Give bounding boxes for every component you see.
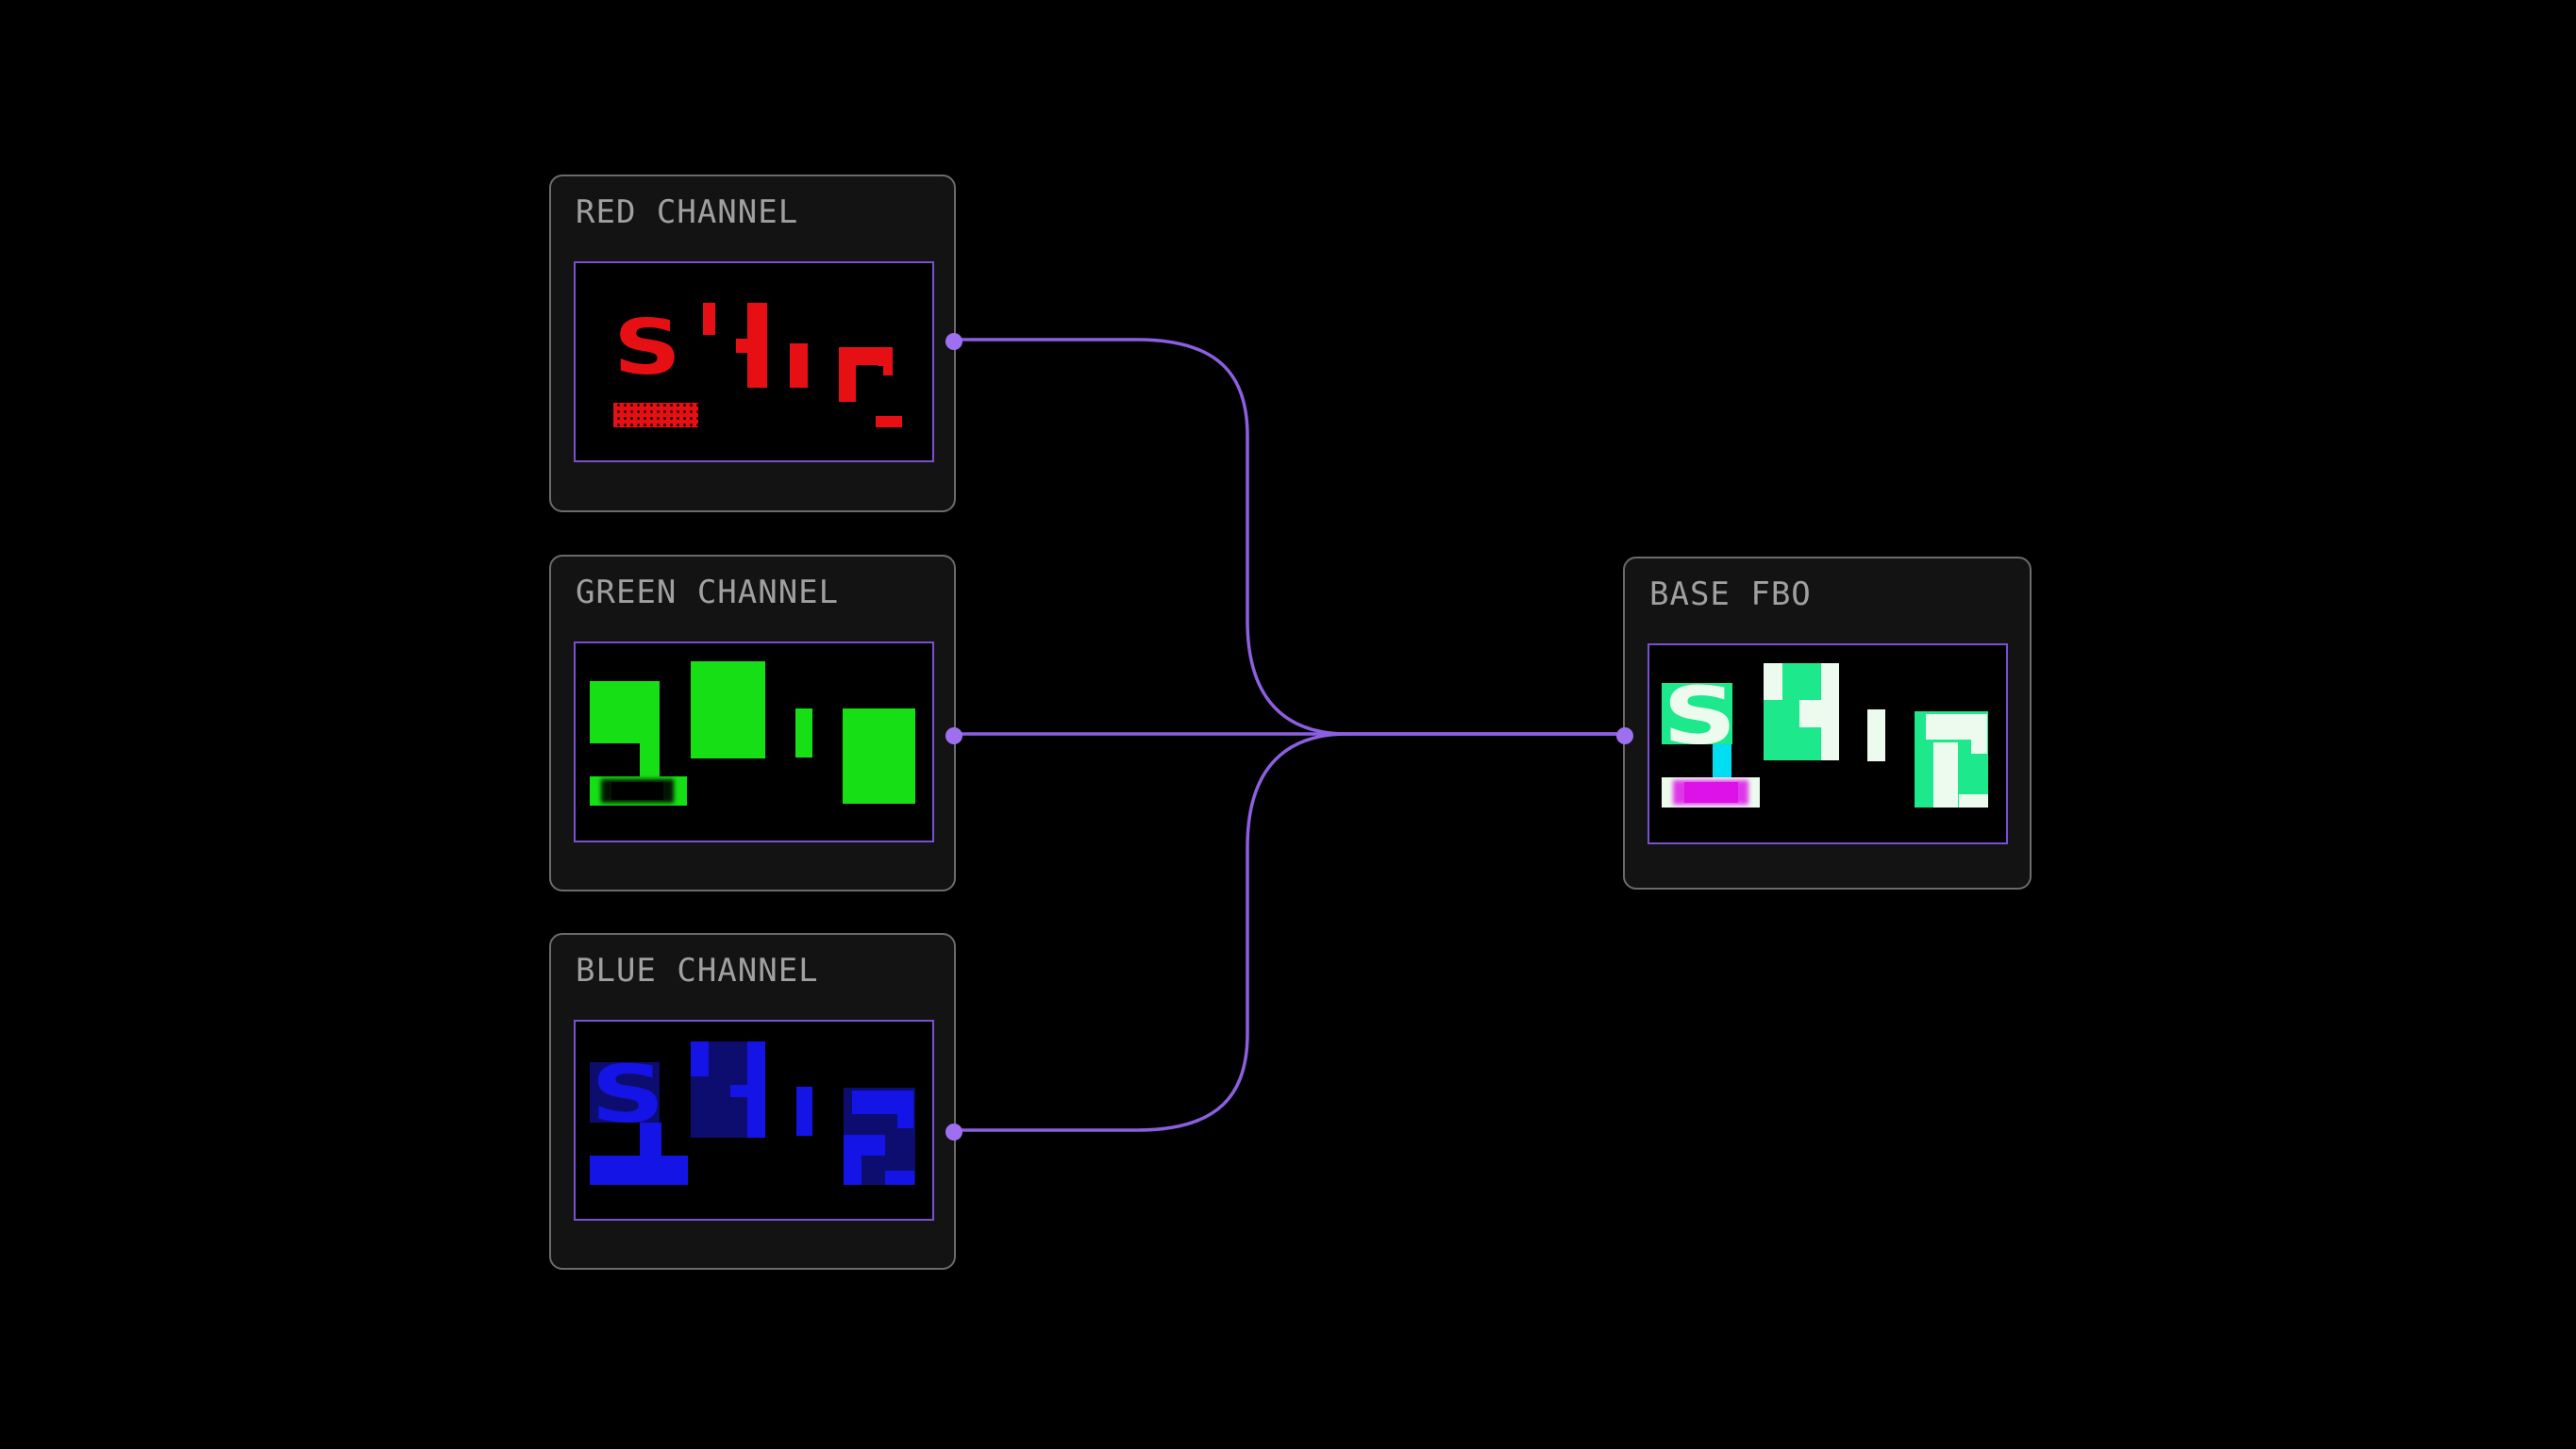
texture-fragment [736, 339, 748, 353]
texture-fragment [1933, 742, 1958, 808]
node-blue-channel[interactable]: BLUE CHANNEL S [549, 933, 956, 1270]
node-graph-canvas[interactable]: RED CHANNEL S GREEN CHANNEL BLUE CHANNEL… [0, 0, 2576, 1449]
texture-fragment [1684, 782, 1738, 803]
texture-fragment [860, 1135, 885, 1156]
texture-fragment [1971, 740, 1987, 754]
texture-fragment [1713, 744, 1731, 779]
texture-fragment [703, 303, 715, 335]
red-channel-output-port[interactable] [945, 333, 962, 350]
texture-fragment [691, 1041, 709, 1076]
red-channel-texture-image: S [576, 263, 932, 460]
texture-fragment [1764, 663, 1782, 700]
node-title-red-channel: RED CHANNEL [576, 195, 798, 229]
texture-fragment [1867, 709, 1885, 761]
base-fbo-texture-preview: S [1648, 643, 2008, 844]
base-fbo-texture-image: S [1649, 645, 2006, 842]
texture-fragment [611, 782, 663, 800]
blue-channel-output-port[interactable] [945, 1124, 962, 1141]
node-title-blue-channel: BLUE CHANNEL [576, 954, 819, 988]
texture-fragment [885, 1171, 914, 1185]
blue-channel-texture-image: S [576, 1022, 932, 1219]
node-title-green-channel: GREEN CHANNEL [576, 575, 839, 609]
texture-fragment [691, 661, 765, 758]
texture-fragment [640, 1123, 661, 1156]
texture-fragment [590, 1156, 688, 1185]
texture-fragment [590, 681, 660, 743]
red-channel-texture-preview: S [574, 261, 934, 462]
wire-blue-to-base [956, 734, 1623, 1130]
texture-fragment [790, 343, 808, 388]
base-fbo-input-port[interactable] [1616, 727, 1633, 744]
texture-fragment [613, 403, 698, 427]
texture-fragment [640, 743, 660, 776]
texture-fragment [796, 1087, 812, 1136]
texture-fragment [852, 1091, 913, 1114]
texture-fragment [1821, 663, 1839, 760]
texture-fragment [876, 416, 902, 427]
wires-layer [0, 0, 2576, 1449]
texture-fragment [1926, 714, 1987, 740]
node-green-channel[interactable]: GREEN CHANNEL [549, 555, 956, 891]
node-base-fbo[interactable]: BASE FBO S [1623, 557, 2032, 890]
texture-fragment [844, 1135, 861, 1185]
texture-fragment [843, 708, 915, 804]
node-title-base-fbo: BASE FBO [1649, 577, 1812, 611]
green-channel-texture-image [576, 643, 932, 841]
wire-red-to-base [956, 340, 1623, 734]
texture-fragment [730, 1085, 747, 1097]
texture-fragment [747, 303, 767, 388]
texture-fragment [747, 1041, 765, 1138]
texture-fragment [1799, 700, 1821, 727]
blue-channel-texture-preview: S [574, 1020, 934, 1221]
texture-glyph: S [613, 305, 681, 392]
texture-fragment [883, 360, 893, 375]
green-channel-texture-preview [574, 641, 934, 842]
node-red-channel[interactable]: RED CHANNEL S [549, 175, 956, 512]
texture-fragment [1959, 794, 1988, 808]
texture-fragment [897, 1114, 913, 1128]
texture-fragment [795, 708, 812, 758]
green-channel-output-port[interactable] [945, 727, 962, 744]
